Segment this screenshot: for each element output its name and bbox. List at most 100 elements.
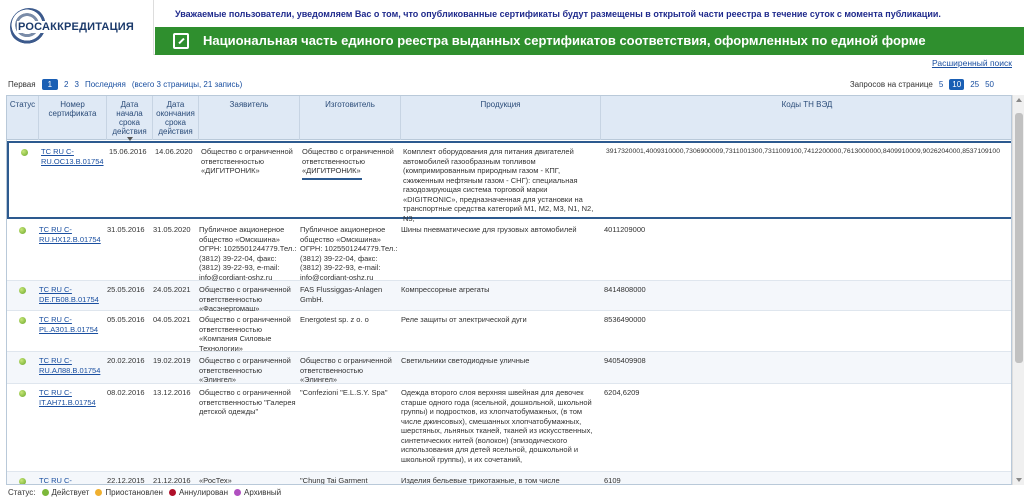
status-active-icon bbox=[21, 149, 28, 156]
end-date: 04.05.2021 bbox=[153, 315, 191, 324]
table-row[interactable]: ТС RU С-PL.АЗ01.В.01754 05.05.2016 04.05… bbox=[7, 311, 1011, 353]
start-date: 05.05.2016 bbox=[107, 315, 145, 324]
product: Изделия бельевые трикотажные, в том числ… bbox=[401, 476, 560, 485]
per-page-10[interactable]: 10 bbox=[949, 78, 965, 90]
certificate-link[interactable]: ТС RU С- bbox=[39, 476, 72, 484]
end-date: 21.12.2016 bbox=[153, 476, 191, 485]
pager-last[interactable]: Последняя bbox=[85, 80, 126, 89]
per-page-25[interactable]: 25 bbox=[970, 80, 979, 89]
tnved-codes: 3917320001,4009310000,7306900009,7311001… bbox=[606, 148, 1000, 155]
pagination: Первая 1 2 3 Последняя (всего 3 страницы… bbox=[8, 77, 242, 91]
scroll-up-icon[interactable] bbox=[1016, 98, 1022, 102]
pager-page-1[interactable]: 1 bbox=[41, 78, 59, 90]
legend-item-suspended: Приостановлен bbox=[95, 488, 163, 497]
per-page-selector: Запросов на странице 5 10 25 50 bbox=[850, 77, 994, 91]
scroll-thumb[interactable] bbox=[1015, 113, 1023, 363]
end-date: 19.02.2019 bbox=[153, 356, 191, 365]
applicant: «РосТех» bbox=[199, 476, 232, 485]
col-applicant[interactable]: Заявитель bbox=[199, 96, 300, 140]
col-start-date-label: Дата начала срока действия bbox=[112, 100, 147, 136]
manufacturer: Публичное акционерное общество «Омскшина… bbox=[300, 225, 398, 282]
col-codes[interactable]: Коды ТН ВЭД bbox=[601, 96, 1011, 140]
certificate-link[interactable]: ТС RU С-RU.АЛ88.В.01754 bbox=[39, 356, 100, 375]
manufacturer: FAS Flussiggas-Anlagen GmbH. bbox=[300, 285, 383, 304]
legend-item-active: Действует bbox=[41, 488, 89, 497]
status-active-icon bbox=[19, 390, 26, 397]
start-date: 22.12.2015 bbox=[107, 476, 145, 485]
legend-label: Статус: bbox=[8, 488, 36, 497]
col-end-date[interactable]: Дата окончания срока действия bbox=[153, 96, 199, 140]
scroll-down-icon[interactable] bbox=[1016, 478, 1022, 482]
logo-text: РОСАККРЕДИТАЦИЯ bbox=[17, 21, 136, 33]
status-active-icon bbox=[19, 317, 26, 324]
table-row[interactable]: ТС RU С-RU.НХ12.В.01754 31.05.2016 31.05… bbox=[7, 221, 1011, 282]
pager-info: (всего 3 страницы, 21 запись) bbox=[131, 79, 243, 89]
start-date: 25.05.2016 bbox=[107, 285, 145, 294]
tnved-codes: 4011209000 bbox=[604, 225, 646, 234]
start-date: 20.02.2016 bbox=[107, 356, 145, 365]
tnved-codes: 8536490000 bbox=[604, 315, 646, 324]
certificate-link[interactable]: ТС RU С-PL.АЗ01.В.01754 bbox=[39, 315, 98, 334]
tnved-codes: 6109 bbox=[604, 476, 621, 485]
header: РОСАККРЕДИТАЦИЯ Уважаемые пользователи, … bbox=[0, 0, 1024, 55]
product: Реле защиты от электрической дуги bbox=[401, 315, 527, 324]
col-manufacturer[interactable]: Изготовитель bbox=[300, 96, 401, 140]
active-dot-icon bbox=[41, 489, 49, 497]
applicant: Общество с ограниченной ответственностью… bbox=[199, 285, 291, 313]
per-page-5[interactable]: 5 bbox=[939, 80, 943, 89]
certificate-link[interactable]: ТС RU С-RU.ОС13.В.01754 bbox=[41, 147, 104, 166]
table-row[interactable]: ТС RU С- 22.12.2015 21.12.2016 «РосТех» … bbox=[7, 472, 1011, 485]
legend-item-annulled: Аннулирован bbox=[168, 488, 228, 497]
cursor-underline bbox=[302, 177, 362, 180]
certificate-link[interactable]: ТС RU С-RU.НХ12.В.01754 bbox=[39, 225, 101, 244]
applicant: Общество с ограниченной ответственностью… bbox=[199, 315, 291, 353]
table-row[interactable]: ТС RU С-DE.ГБ08.В.01754 25.05.2016 24.05… bbox=[7, 281, 1011, 313]
table-row[interactable]: ТС RU С-RU.АЛ88.В.01754 20.02.2016 19.02… bbox=[7, 352, 1011, 384]
product: Одежда второго слоя верхняя швейная для … bbox=[401, 388, 593, 464]
table-row[interactable]: ТС RU С-RU.ОС13.В.01754 15.06.2016 14.06… bbox=[7, 141, 1011, 223]
status-legend: Статус: Действует Приостановлен Аннулиро… bbox=[8, 488, 281, 497]
applicant: Общество с ограниченной ответственностью… bbox=[199, 388, 296, 416]
notice-banner: Уважаемые пользователи, уведомляем Вас о… bbox=[155, 0, 1024, 27]
annulled-dot-icon bbox=[168, 489, 176, 497]
suspended-dot-icon bbox=[95, 489, 103, 497]
table-header: Статус Номер сертификата Дата начала сро… bbox=[7, 96, 1011, 141]
end-date: 13.12.2016 bbox=[153, 388, 191, 397]
end-date: 14.06.2020 bbox=[155, 147, 193, 156]
col-product[interactable]: Продукция bbox=[401, 96, 601, 140]
pager-first[interactable]: Первая bbox=[8, 80, 36, 89]
pager-page-3[interactable]: 3 bbox=[75, 80, 79, 89]
status-active-icon bbox=[19, 478, 26, 484]
certificate-link[interactable]: ТС RU С-DE.ГБ08.В.01754 bbox=[39, 285, 99, 304]
product: Компрессорные агрегаты bbox=[401, 285, 490, 294]
manufacturer-text: Общество с ограниченной ответственностью… bbox=[302, 147, 394, 175]
archived-dot-icon bbox=[234, 489, 242, 497]
col-number[interactable]: Номер сертификата bbox=[39, 96, 107, 140]
status-active-icon bbox=[19, 358, 26, 365]
manufacturer: "Confezioni "E.L.S.Y. Spa" bbox=[300, 388, 388, 397]
product: Комплект оборудования для питания двигат… bbox=[403, 147, 594, 223]
tnved-codes: 8414808000 bbox=[604, 285, 646, 294]
edit-document-icon bbox=[173, 33, 189, 49]
col-status[interactable]: Статус bbox=[7, 96, 39, 140]
manufacturer: Общество с ограниченной ответственностью… bbox=[300, 356, 392, 384]
manufacturer: Energotest sp. z o. o bbox=[300, 315, 369, 324]
page-title: Национальная часть единого реестра выдан… bbox=[203, 33, 926, 48]
vertical-scrollbar[interactable] bbox=[1012, 95, 1024, 485]
per-page-50[interactable]: 50 bbox=[985, 80, 994, 89]
extended-search-link[interactable]: Расширенный поиск bbox=[932, 58, 1012, 68]
start-date: 08.02.2016 bbox=[107, 388, 145, 397]
end-date: 31.05.2020 bbox=[153, 225, 191, 234]
applicant: Общество с ограниченной ответственностью… bbox=[201, 147, 293, 175]
logo[interactable]: РОСАККРЕДИТАЦИЯ bbox=[0, 0, 154, 55]
manufacturer: Общество с ограниченной ответственностью… bbox=[302, 147, 400, 180]
start-date: 31.05.2016 bbox=[107, 225, 145, 234]
applicant: Общество с ограниченной ответственностью… bbox=[199, 356, 291, 384]
certificate-link[interactable]: ТС RU С-IT.АН71.В.01754 bbox=[39, 388, 96, 407]
pager-page-2[interactable]: 2 bbox=[64, 80, 68, 89]
col-start-date[interactable]: Дата начала срока действия bbox=[107, 96, 153, 141]
table-row[interactable]: ТС RU С-IT.АН71.В.01754 08.02.2016 13.12… bbox=[7, 384, 1011, 472]
status-active-icon bbox=[19, 227, 26, 234]
tnved-codes: 9405409908 bbox=[604, 356, 646, 365]
title-bar: Национальная часть единого реестра выдан… bbox=[155, 27, 1024, 55]
